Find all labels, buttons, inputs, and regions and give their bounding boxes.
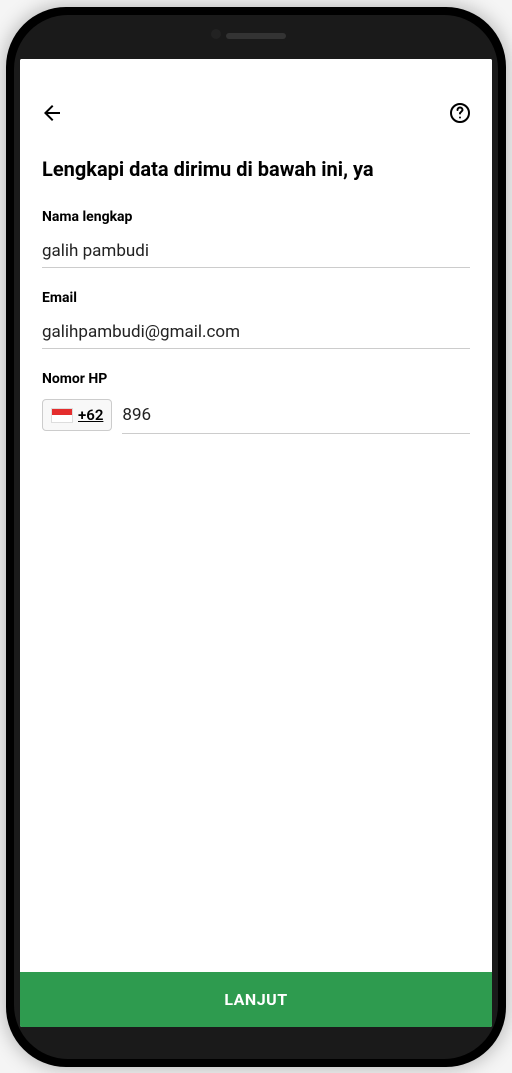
phone-inner: Lengkapi data dirimu di bawah ini, ya Na… bbox=[14, 15, 498, 1059]
country-code-button[interactable]: +62 bbox=[42, 399, 112, 431]
help-button[interactable] bbox=[446, 99, 474, 127]
form-group-email: Email bbox=[42, 290, 470, 349]
name-input[interactable] bbox=[42, 235, 470, 268]
footer: LANJUT bbox=[20, 972, 492, 1027]
speaker-slot bbox=[226, 33, 286, 39]
phone-input[interactable] bbox=[122, 397, 470, 434]
phone-row: +62 bbox=[42, 397, 470, 434]
phone-label: Nomor HP bbox=[42, 371, 470, 387]
form-group-phone: Nomor HP +62 bbox=[42, 371, 470, 434]
form-group-name: Nama lengkap bbox=[42, 209, 470, 268]
submit-button[interactable]: LANJUT bbox=[20, 972, 492, 1027]
header bbox=[20, 89, 492, 137]
phone-frame: Lengkapi data dirimu di bawah ini, ya Na… bbox=[6, 7, 506, 1067]
screen: Lengkapi data dirimu di bawah ini, ya Na… bbox=[20, 59, 492, 1027]
back-arrow-icon bbox=[40, 101, 64, 125]
indonesia-flag-icon bbox=[51, 408, 73, 423]
status-bar bbox=[20, 59, 492, 89]
email-label: Email bbox=[42, 290, 470, 306]
back-button[interactable] bbox=[38, 99, 66, 127]
page-title: Lengkapi data dirimu di bawah ini, ya bbox=[42, 157, 470, 181]
content-area: Lengkapi data dirimu di bawah ini, ya Na… bbox=[20, 137, 492, 972]
name-label: Nama lengkap bbox=[42, 209, 470, 225]
country-code-text: +62 bbox=[78, 406, 103, 424]
help-icon bbox=[448, 101, 472, 125]
email-input[interactable] bbox=[42, 316, 470, 349]
camera-dot bbox=[211, 29, 221, 39]
